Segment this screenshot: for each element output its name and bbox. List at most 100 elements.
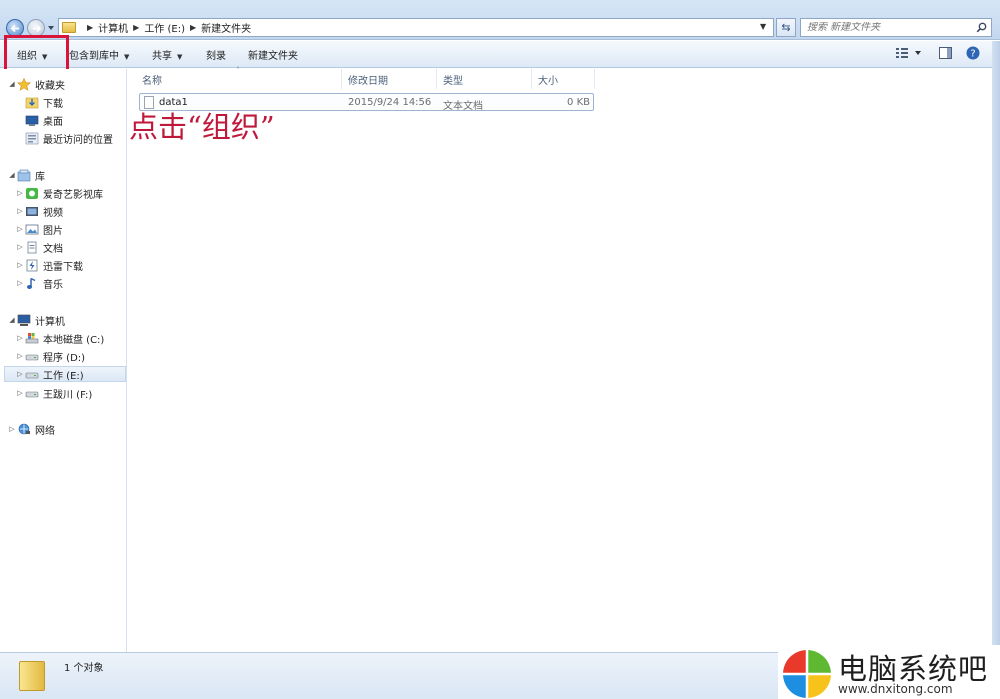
arrow-left-icon (10, 24, 19, 33)
system-drive-icon (25, 332, 39, 343)
expand-icon[interactable]: ▷ (15, 261, 25, 269)
sidebar-item-label: 桌面 (43, 116, 63, 128)
sidebar-item-documents[interactable]: ▷ 文档 (15, 239, 63, 255)
breadcrumb-computer[interactable]: 计算机 (98, 20, 128, 35)
sidebar-item-drive-d[interactable]: ▷ 程序 (D:) (15, 348, 85, 364)
breadcrumb-separator-icon[interactable]: ▶ (133, 23, 139, 32)
chevron-down-icon: ▼ (124, 53, 130, 61)
windows-logo-icon (783, 650, 831, 698)
breadcrumb-separator-icon[interactable]: ▶ (87, 23, 93, 32)
star-icon (17, 77, 31, 91)
sidebar-item-libraries[interactable]: ◢ 库 (7, 167, 45, 183)
sidebar-item-music[interactable]: ▷ 音乐 (15, 275, 63, 291)
instruction-annotation: 点击“组织” (129, 110, 275, 144)
address-box[interactable]: ▶ 计算机 ▶ 工作 (E:) ▶ 新建文件夹 (58, 18, 774, 37)
sidebar-item-label: 音乐 (43, 279, 63, 291)
sidebar-item-label: 最近访问的位置 (43, 134, 113, 146)
sidebar-item-label: 文档 (43, 243, 63, 255)
breadcrumb-current-folder[interactable]: 新建文件夹 (201, 20, 251, 35)
sidebar-item-label: 王跋川 (F:) (43, 389, 93, 401)
sidebar-item-drive-e[interactable]: ▷ 工作 (E:) (4, 366, 126, 382)
arrow-right-icon (33, 24, 42, 33)
folder-icon (19, 661, 45, 691)
sidebar-item-label: 工作 (E:) (43, 370, 84, 382)
new-folder-button[interactable]: 新建文件夹 (248, 47, 298, 62)
desktop-icon (25, 115, 39, 126)
sidebar-item-thunder-downloads[interactable]: ▷ 迅雷下载 (15, 257, 83, 273)
sidebar-item-drive-c[interactable]: ▷ 本地磁盘 (C:) (15, 330, 104, 346)
sidebar-item-label: 库 (35, 171, 45, 183)
sidebar-item-favorites[interactable]: ◢ 收藏夹 (7, 76, 65, 92)
collapse-icon[interactable]: ◢ (7, 171, 17, 179)
expand-icon[interactable]: ▷ (15, 370, 25, 378)
drive-icon (25, 391, 39, 397)
preview-pane-icon[interactable] (939, 47, 952, 59)
file-type: 文本文档 (443, 101, 483, 112)
column-header-modified[interactable]: 修改日期 (342, 69, 437, 89)
folder-icon (62, 22, 76, 33)
address-bar-area: ▶ 计算机 ▶ 工作 (E:) ▶ 新建文件夹 ▼ ⇆ (0, 0, 1000, 40)
watermark-url: www.dnxitong.com (838, 682, 953, 696)
expand-icon[interactable]: ▷ (15, 225, 25, 233)
sidebar-item-videos[interactable]: ▷ 视频 (15, 203, 63, 219)
expand-icon[interactable]: ▷ (15, 189, 25, 197)
sidebar-item-label: 图片 (43, 225, 63, 237)
sidebar-item-pictures[interactable]: ▷ 图片 (15, 221, 63, 237)
view-options-icon[interactable] (896, 47, 924, 59)
command-toolbar: 组织 ▼ 包含到库中 ▼ 共享 ▼ 刻录 新建文件夹 (0, 41, 1000, 68)
sidebar-item-label: 网络 (35, 425, 55, 437)
search-input[interactable] (807, 22, 967, 33)
search-box[interactable] (800, 18, 992, 37)
help-icon[interactable]: ? (966, 46, 980, 60)
column-header-type[interactable]: 类型 (437, 69, 532, 89)
collapse-icon[interactable]: ◢ (7, 80, 17, 88)
burn-button[interactable]: 刻录 (206, 47, 226, 62)
sidebar-item-drive-f[interactable]: ▷ 王跋川 (F:) (15, 385, 92, 401)
drive-icon (25, 354, 39, 360)
sidebar-item-label: 程序 (D:) (43, 352, 86, 364)
svg-text:?: ? (970, 49, 975, 60)
breadcrumb-drive-e[interactable]: 工作 (E:) (144, 20, 185, 35)
expand-icon[interactable]: ▷ (15, 389, 25, 397)
item-count: 1 个对象 (64, 663, 104, 674)
file-modified: 2015/9/24 14:56 (348, 97, 432, 108)
share-button[interactable]: 共享 ▼ (152, 47, 182, 62)
sidebar-item-network[interactable]: ▷ 网络 (7, 421, 55, 437)
recent-places-icon (25, 132, 39, 144)
expand-icon[interactable]: ▷ (7, 425, 17, 433)
file-size: 0 KB (567, 97, 590, 108)
sidebar-item-label: 视频 (43, 207, 63, 219)
network-icon (18, 423, 30, 434)
sidebar-item-label: 本地磁盘 (C:) (43, 334, 105, 346)
breadcrumb-separator-icon[interactable]: ▶ (190, 23, 196, 32)
address-dropdown-icon[interactable]: ▼ (760, 22, 772, 34)
sidebar-item-downloads[interactable]: 下载 (15, 94, 63, 110)
site-watermark: 电脑系统吧 www.dnxitong.com (778, 645, 1000, 699)
computer-icon (17, 314, 31, 326)
window-right-border (992, 41, 1000, 652)
sort-ascending-icon: ˄ (236, 66, 240, 75)
column-header-size[interactable]: 大小 (532, 69, 595, 89)
navigation-pane: ◢ 收藏夹 下载 桌面 最近访问的位置 ◢ 库 ▷ 爱奇艺影视库 ▷ 视频 ▷ … (0, 69, 127, 652)
refresh-button[interactable]: ⇆ (776, 18, 796, 37)
sidebar-item-label: 爱奇艺影视库 (43, 189, 103, 201)
sidebar-item-label: 迅雷下载 (43, 261, 83, 273)
downloads-folder-icon (25, 97, 39, 108)
expand-icon[interactable]: ▷ (15, 334, 25, 342)
search-icon[interactable] (976, 22, 987, 33)
sidebar-item-label: 收藏夹 (35, 80, 65, 92)
sidebar-item-iqiyi-library[interactable]: ▷ 爱奇艺影视库 (15, 185, 103, 201)
sidebar-item-recent-places[interactable]: 最近访问的位置 (15, 130, 113, 146)
expand-icon[interactable]: ▷ (15, 243, 25, 251)
expand-icon[interactable]: ▷ (15, 352, 25, 360)
collapse-icon[interactable]: ◢ (7, 316, 17, 324)
expand-icon[interactable]: ▷ (15, 279, 25, 287)
library-icon (17, 169, 31, 181)
sidebar-item-desktop[interactable]: 桌面 (15, 112, 63, 128)
history-dropdown-icon[interactable] (47, 24, 55, 32)
sidebar-item-computer[interactable]: ◢ 计算机 (7, 312, 65, 328)
include-in-library-button[interactable]: 包含到库中 ▼ (69, 47, 129, 62)
refresh-icon: ⇆ (781, 21, 791, 34)
expand-icon[interactable]: ▷ (15, 207, 25, 215)
music-note-icon (27, 277, 36, 289)
